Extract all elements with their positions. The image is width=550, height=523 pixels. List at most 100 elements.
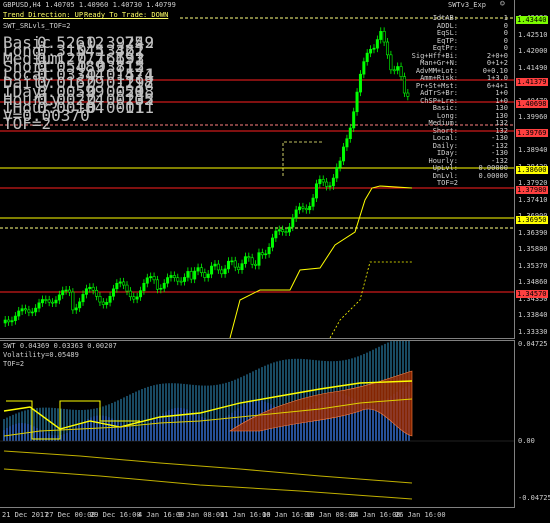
candle-body [331,177,335,187]
settings-row: Hourly: -132 [350,157,512,165]
candle-body [216,263,220,271]
time-axis[interactable]: 21 Dec 2017 27 Dec 00:00 29 Dec 16:00 4 Jan… [0,507,514,523]
settings-row: Sig+Hff+Bi: 2+0+0 [350,52,512,60]
candle-body [27,309,31,313]
price-level-tag: 1.39769 [516,129,548,137]
candle-body [196,267,200,272]
candle-body [210,265,214,275]
candle-body [240,263,244,271]
candle-body [162,282,166,289]
candle-body [128,290,132,298]
candle-body [250,257,254,265]
candle-body [314,183,318,199]
price-level-tag: 1.38600 [516,166,548,174]
candle-body [115,282,119,290]
candle-body [301,206,305,209]
swt-indicator-canvas[interactable] [0,341,514,507]
candle-body [260,252,264,256]
settings-row: UpLvl: 0.00000 [350,164,512,172]
candle-body [199,267,203,273]
candle-body [142,282,146,292]
price-tick-label: 1.38940 [518,146,548,154]
candle-body [67,289,71,293]
candle-body [169,275,173,278]
price-level-tag: 1.34570 [516,290,548,298]
price-tick-label: 1.42510 [518,30,548,39]
candle-body [227,260,231,270]
candle-body [338,160,342,168]
swt-lower-line [3,450,413,484]
price-tick-label: 1.34860 [518,278,548,286]
candle-body [335,167,339,179]
candle-body [139,290,143,298]
candle-body [291,217,295,228]
candle-body [61,290,65,296]
candle-body [183,277,187,282]
time-tick-label: 21 Dec 2017 [2,511,49,519]
settings-row: AdvMM+Lot: 0+0.10 [350,67,512,75]
candle-body [78,301,82,309]
candle-body [13,315,17,321]
price-tick-label: 1.41490 [518,63,548,72]
candle-body [284,231,288,233]
candle-body [145,277,149,284]
settings-row: Basic: 130 [350,104,512,112]
candle-body [64,289,68,292]
settings-row: Amm+Risk: 1+3.0 [350,74,512,82]
price-level-tag: 1.40698 [516,100,548,108]
price-tick-label: 1.37410 [518,195,548,204]
swt-indicator-window[interactable]: SWT 0.04369 0.03363 0.00207 Volatility=0… [0,340,515,508]
candle-body [172,275,176,278]
candle-body [287,226,291,233]
time-tick-label: 29 Dec 16:00 [90,511,141,519]
candle-body [23,308,27,311]
candle-body [189,271,193,280]
price-scale[interactable]: 0.04725 0.00 -0.04725 1.430201.425101.42… [516,0,550,506]
candle-body [223,268,227,275]
settings-row: Pr+St+Mst: 6+4+1 [350,82,512,90]
indicator-name: SWTv3_Exp [448,1,486,9]
metatrader-chart-window: GBPUSD,H4 1.40705 1.40960 1.40730 1.4079… [0,0,550,523]
settings-row: Local: -130 [350,134,512,142]
settings-row: Man+Gr+N: 0+1+2 [350,59,512,67]
settings-row: ADDL: 0 [350,22,512,30]
candle-body [91,286,95,291]
candle-body [135,296,139,300]
settings-row: AdTrS+Br: 1+0 [350,89,512,97]
candle-body [325,181,329,187]
trailing-stop-line [229,185,413,338]
price-tick-label: 1.39960 [518,113,548,121]
main-price-chart[interactable]: GBPUSD,H4 1.40705 1.40960 1.40730 1.4079… [0,0,515,339]
trend-direction: Trend Direction: UP [3,11,84,19]
settings-row: Medium: 132 [350,119,512,127]
candle-body [95,290,99,297]
settings-row: ChSP+Lre: 1+0 [350,97,512,105]
candle-body [108,295,112,303]
candle-body [328,185,332,188]
price-level-tag: 1.43440 [516,16,548,24]
candle-body [270,237,274,248]
time-tick-label: 16 Jan 16:00 [262,511,313,519]
price-level-tag: 1.36950 [516,216,548,224]
settings-row: DnLvl: 0.00000 [350,172,512,180]
candle-body [213,263,217,267]
candle-body [71,291,75,311]
candle-body [105,302,109,305]
candle-body [51,301,55,304]
candle-body [132,296,136,300]
candle-body [318,179,322,185]
candle-body [47,299,51,303]
candle-body [111,288,115,297]
time-tick-label: 27 Dec 00:00 [45,511,96,519]
price-tick-label: 1.36390 [518,228,548,237]
candle-body [233,260,237,268]
candle-body [166,277,170,284]
candle-body [7,319,11,323]
swt-title: SWT 0.04369 0.03363 0.00207 [3,342,117,350]
candle-body [125,284,129,292]
sub-scale-top: 0.04725 [518,340,548,348]
candle-body [88,286,92,290]
settings-row: EqTP: 0 [350,37,512,45]
candle-body [98,296,102,303]
candle-body [40,299,44,304]
